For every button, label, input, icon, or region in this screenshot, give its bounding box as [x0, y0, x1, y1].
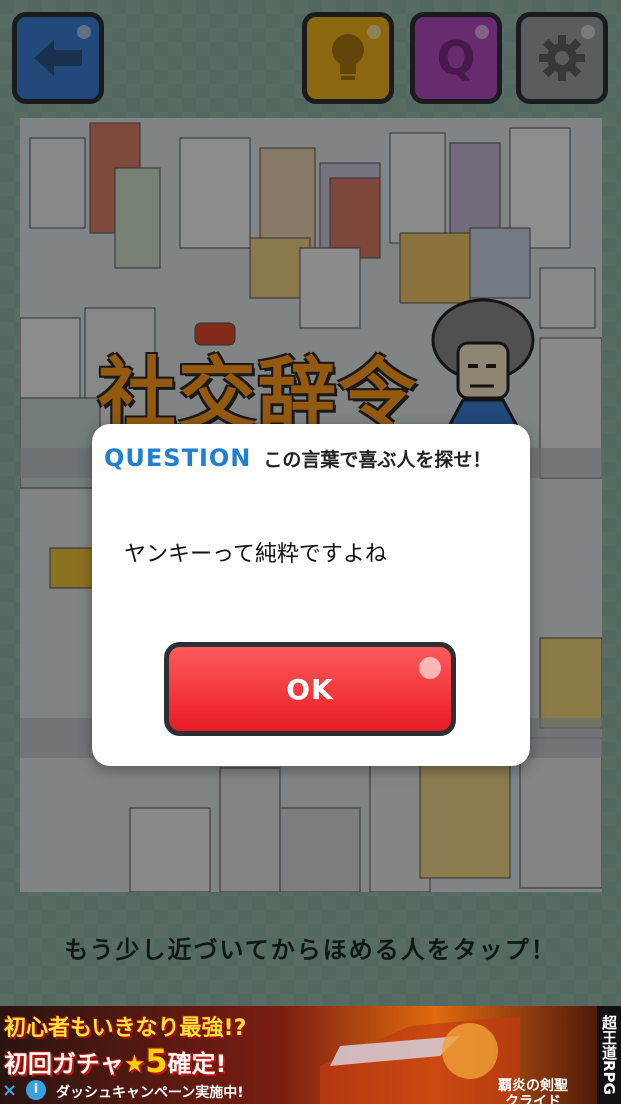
ad-offer-number: 5 — [145, 1042, 168, 1080]
button-highlight — [419, 657, 441, 679]
ad-side-label: 超王道RPG — [597, 1006, 621, 1104]
ad-character-art — [320, 1016, 520, 1104]
question-dialog: QUESTION この言葉で喜ぶ人を探せ！ ヤンキーって純粋ですよね OK — [92, 424, 530, 766]
ad-campaign-text: ダッシュキャンペーン実施中! — [56, 1085, 244, 1101]
ok-button-label: OK — [286, 672, 334, 706]
ad-offer: 初回ガチャ★5確定! — [4, 1042, 227, 1080]
ad-banner[interactable]: 初心者もいきなり最強!? 初回ガチャ★5確定! × i ダッシュキャンペーン実施… — [0, 1006, 621, 1104]
question-phrase: ヤンキーって純粋ですよね — [124, 542, 387, 567]
dialog-header: QUESTION この言葉で喜ぶ人を探せ！ — [104, 444, 491, 472]
ok-button[interactable]: OK — [164, 642, 456, 736]
ad-subtitle-line1: 覇炎の剣聖 — [498, 1078, 568, 1094]
ad-info-icon[interactable]: i — [26, 1080, 46, 1100]
question-prompt: この言葉で喜ぶ人を探せ！ — [263, 449, 492, 471]
question-label: QUESTION — [104, 444, 252, 472]
ad-subtitle: 覇炎の剣聖 クライド — [498, 1078, 568, 1104]
ad-star-icon: ★ — [123, 1050, 146, 1078]
ad-subtitle-line2: クライド — [505, 1094, 561, 1104]
ad-close-icon[interactable]: × — [2, 1080, 22, 1101]
ad-offer-suffix: 確定! — [167, 1050, 227, 1078]
ad-offer-prefix: 初回ガチャ — [4, 1050, 124, 1078]
ad-headline: 初心者もいきなり最強!? — [4, 1016, 247, 1041]
